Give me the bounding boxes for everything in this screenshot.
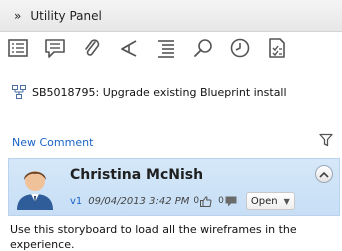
status-value: Open — [250, 195, 278, 207]
attachments-icon[interactable] — [81, 37, 103, 59]
new-comment-link[interactable]: New Comment — [12, 136, 93, 149]
chevron-down-icon: ▼ — [283, 196, 290, 206]
panel-header: » Utility Panel — [0, 0, 342, 32]
like-count: 0 — [193, 196, 200, 206]
search-icon[interactable] — [192, 37, 214, 59]
storyboard-icon — [12, 85, 26, 99]
comment-meta: v1 09/04/2013 3:42 PM 0 0 Open ▼ — [70, 192, 295, 210]
collapse-comment-button[interactable] — [315, 165, 333, 183]
comment-card: Christina McNish v1 09/04/2013 3:42 PM 0… — [8, 158, 340, 216]
comment-author: Christina McNish — [70, 167, 204, 183]
comment-body: Use this storyboard to load all the wire… — [10, 223, 297, 251]
reply-count: 0 — [218, 196, 224, 206]
outline-icon[interactable] — [155, 37, 177, 59]
filter-icon[interactable] — [319, 133, 333, 147]
panel-toolbar — [0, 33, 342, 63]
reply-icon[interactable] — [225, 196, 237, 207]
status-dropdown[interactable]: Open ▼ — [245, 192, 295, 210]
comments-icon[interactable] — [44, 37, 66, 59]
comment-version-link[interactable]: v1 — [70, 196, 82, 207]
share-icon[interactable] — [118, 37, 140, 59]
review-icon[interactable] — [266, 37, 288, 59]
history-icon[interactable] — [229, 37, 251, 59]
panel-title: Utility Panel — [30, 8, 102, 23]
storyboard-title-text: SB5018795: Upgrade existing Blueprint in… — [32, 85, 287, 99]
utility-panel: » Utility Panel SB5018795: Upgrade exist… — [0, 0, 342, 251]
details-icon[interactable] — [7, 37, 29, 59]
thumbs-up-icon[interactable] — [200, 195, 212, 207]
comment-date: 09/04/2013 3:42 PM — [88, 195, 190, 207]
storyboard-title: SB5018795: Upgrade existing Blueprint in… — [12, 84, 287, 100]
chevron-up-icon — [319, 171, 329, 178]
collapse-panel-icon[interactable]: » — [14, 9, 21, 23]
user-avatar-icon — [17, 171, 53, 210]
